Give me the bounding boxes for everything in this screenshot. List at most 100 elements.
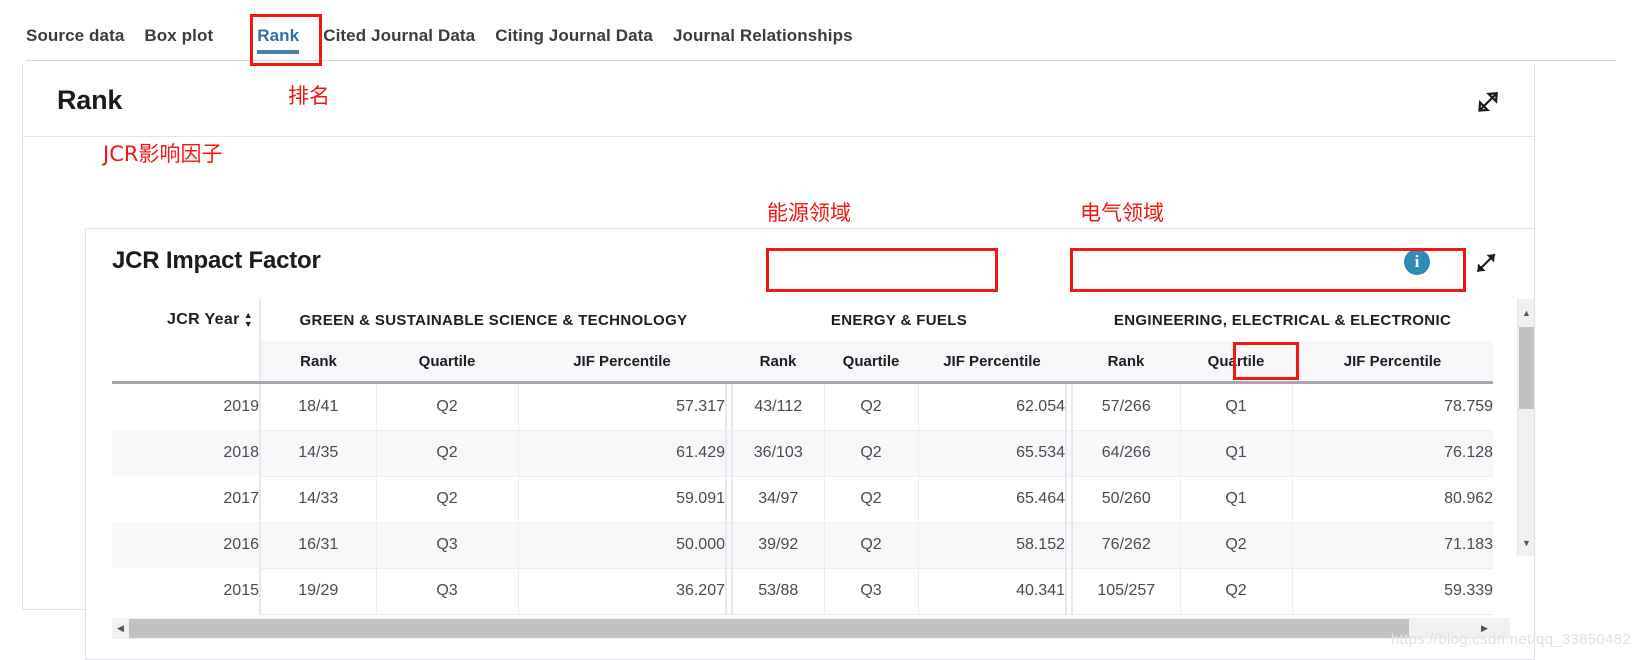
cell-jif-percentile-g1: 50.000 <box>518 522 726 568</box>
subheader-quartile-g1[interactable]: Quartile <box>376 341 518 381</box>
sort-arrows-icon[interactable]: ▲ ▼ <box>244 312 253 328</box>
cell-jif-percentile-g3: 59.339 <box>1292 568 1493 614</box>
cell-rank-g2: 53/88 <box>732 568 824 614</box>
rank-panel: Rank JCR Impact Factor i <box>22 65 1535 610</box>
tab-bar-divider <box>26 60 1616 61</box>
scroll-down-arrow-icon[interactable]: ▼ <box>1518 534 1535 551</box>
cell-rank-g1: 14/33 <box>260 476 376 522</box>
subheader-jif-percentile-g3[interactable]: JIF Percentile <box>1292 341 1493 381</box>
cell-quartile-g1: Q3 <box>376 568 518 614</box>
cell-quartile-g1: Q2 <box>376 430 518 476</box>
annotation-text-jcr-impact-factor: JCR影响因子 <box>103 138 222 168</box>
tab-source-data[interactable]: Source data <box>26 26 144 56</box>
cell-quartile-g2: Q2 <box>824 476 918 522</box>
vertical-scroll-thumb[interactable] <box>1519 327 1534 409</box>
expand-icon[interactable] <box>1474 90 1500 116</box>
tab-label: Rank <box>257 26 299 45</box>
tab-label: Box plot <box>144 26 213 45</box>
expand-icon[interactable] <box>1472 251 1498 277</box>
table-row[interactable]: 2016 16/31 Q3 50.000 39/92 Q2 58.152 76/… <box>112 522 1493 568</box>
cell-quartile-g2: Q2 <box>824 430 918 476</box>
tab-label: Journal Relationships <box>673 26 853 45</box>
vertical-scrollbar[interactable]: ▲ ▼ <box>1517 299 1534 556</box>
column-header-jcr-year[interactable]: JCR Year ▲ ▼ <box>112 299 260 341</box>
subheader-jif-percentile-g2[interactable]: JIF Percentile <box>918 341 1066 381</box>
tab-cited-journal-data[interactable]: Cited Journal Data <box>323 26 495 56</box>
cell-rank-g1: 14/35 <box>260 430 376 476</box>
cell-rank-g3: 50/260 <box>1072 476 1180 522</box>
cell-jif-percentile-g3: 80.962 <box>1292 476 1493 522</box>
column-group-green-sustainable: GREEN & SUSTAINABLE SCIENCE & TECHNOLOGY <box>260 299 726 341</box>
rank-table-scroll-container[interactable]: JCR Year ▲ ▼ GREEN & SUSTAINABLE SCIENCE… <box>112 299 1510 624</box>
cell-rank-g1: 18/41 <box>260 384 376 430</box>
column-group-engineering-electrical-electronic: ENGINEERING, ELECTRICAL & ELECTRONIC <box>1072 299 1493 341</box>
tab-label: Citing Journal Data <box>495 26 653 45</box>
tab-bar: Source data Box plot Rank Cited Journal … <box>0 0 1645 62</box>
cell-jif-percentile-g3: 78.759 <box>1292 384 1493 430</box>
table-row[interactable]: 2019 18/41 Q2 57.317 43/112 Q2 62.054 57… <box>112 384 1493 430</box>
cell-quartile-g2: Q3 <box>824 568 918 614</box>
cell-jif-percentile-g2: 65.534 <box>918 430 1066 476</box>
cell-rank-g3: 105/257 <box>1072 568 1180 614</box>
cell-year: 2015 <box>112 568 260 614</box>
watermark: https://blog.csdn.net/qq_33850482 <box>1391 631 1631 648</box>
subheader-rank-g1[interactable]: Rank <box>260 341 376 381</box>
cell-jif-percentile-g1: 57.317 <box>518 384 726 430</box>
horizontal-scrollbar[interactable]: ◀ ▶ <box>112 618 1510 639</box>
cell-jif-percentile-g1: 36.207 <box>518 568 726 614</box>
subheader-quartile-g2[interactable]: Quartile <box>824 341 918 381</box>
annotation-text-electrical-field: 电气领域 <box>1080 197 1164 227</box>
tab-journal-relationships[interactable]: Journal Relationships <box>673 26 873 56</box>
jcr-card-title: JCR Impact Factor <box>112 247 321 275</box>
sort-descending-icon: ▼ <box>244 321 253 328</box>
tab-box-plot[interactable]: Box plot <box>144 26 233 56</box>
cell-rank-g3: 64/266 <box>1072 430 1180 476</box>
jcr-year-label: JCR Year <box>167 311 240 329</box>
cell-year: 2019 <box>112 384 260 430</box>
table-subheader-row: Rank Quartile JIF Percentile Rank Quarti… <box>112 341 1493 381</box>
cell-jif-percentile-g3: 71.183 <box>1292 522 1493 568</box>
subheader-rank-g3[interactable]: Rank <box>1072 341 1180 381</box>
cell-quartile-g2: Q2 <box>824 384 918 430</box>
tab-rank[interactable]: Rank <box>241 26 315 56</box>
cell-quartile-g3: Q2 <box>1180 522 1292 568</box>
page-title: Rank <box>57 85 122 116</box>
cell-rank-g1: 19/29 <box>260 568 376 614</box>
annotation-text-energy-field: 能源领域 <box>767 197 851 227</box>
table-row[interactable]: 2015 19/29 Q3 36.207 53/88 Q3 40.341 105… <box>112 568 1493 614</box>
cell-rank-g2: 39/92 <box>732 522 824 568</box>
cell-rank-g2: 43/112 <box>732 384 824 430</box>
scroll-up-arrow-icon[interactable]: ▲ <box>1518 304 1535 321</box>
table-row[interactable]: 2017 14/33 Q2 59.091 34/97 Q2 65.464 50/… <box>112 476 1493 522</box>
cell-quartile-g1: Q3 <box>376 522 518 568</box>
tab-citing-journal-data[interactable]: Citing Journal Data <box>495 26 673 56</box>
cell-jif-percentile-g2: 62.054 <box>918 384 1066 430</box>
rank-panel-header: Rank <box>23 65 1534 137</box>
subheader-rank-g2[interactable]: Rank <box>732 341 824 381</box>
sort-ascending-icon: ▲ <box>244 312 253 319</box>
subheader-quartile-g3[interactable]: Quartile <box>1180 341 1292 381</box>
cell-year: 2016 <box>112 522 260 568</box>
cell-year: 2017 <box>112 476 260 522</box>
subheader-jif-percentile-g1[interactable]: JIF Percentile <box>518 341 726 381</box>
info-icon[interactable]: i <box>1404 249 1430 275</box>
cell-jif-percentile-g2: 58.152 <box>918 522 1066 568</box>
cell-quartile-g1: Q2 <box>376 384 518 430</box>
cell-quartile-g3: Q2 <box>1180 568 1292 614</box>
jcr-card-header: JCR Impact Factor i <box>86 229 1534 299</box>
cell-quartile-g2: Q2 <box>824 522 918 568</box>
table-row[interactable]: 2018 14/35 Q2 61.429 36/103 Q2 65.534 64… <box>112 430 1493 476</box>
cell-jif-percentile-g3: 76.128 <box>1292 430 1493 476</box>
subheader-spacer <box>112 341 260 381</box>
annotation-text-rank: 排名 <box>288 80 330 110</box>
horizontal-scroll-thumb[interactable] <box>129 619 1409 638</box>
cell-rank-g2: 34/97 <box>732 476 824 522</box>
tab-label: Source data <box>26 26 124 45</box>
jcr-impact-factor-card: JCR Impact Factor i <box>85 228 1535 660</box>
cell-jif-percentile-g1: 59.091 <box>518 476 726 522</box>
cell-year: 2018 <box>112 430 260 476</box>
cell-jif-percentile-g1: 61.429 <box>518 430 726 476</box>
scroll-left-arrow-icon[interactable]: ◀ <box>112 618 129 639</box>
cell-quartile-g3: Q1 <box>1180 430 1292 476</box>
cell-rank-g3: 76/262 <box>1072 522 1180 568</box>
